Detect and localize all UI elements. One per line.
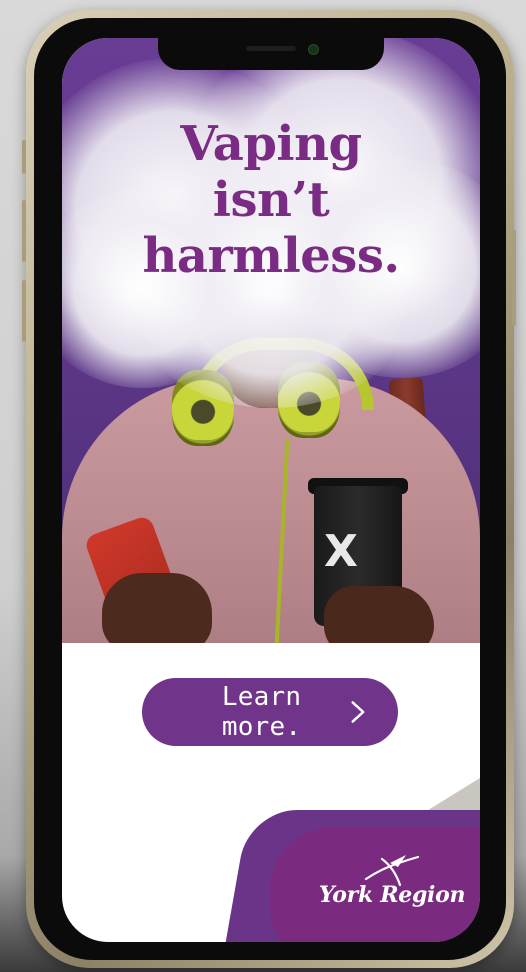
speaker-grille — [246, 46, 296, 51]
camera-dot — [308, 44, 319, 55]
headline-line-1: Vaping — [180, 116, 362, 172]
side-button-power — [512, 230, 516, 326]
york-region-wordmark: York Region — [318, 882, 466, 908]
headline-line-2: isn’t — [212, 172, 330, 228]
coffee-cup-print: X — [324, 526, 358, 577]
headline-line-3: harmless. — [142, 228, 400, 284]
side-button-mute — [22, 140, 26, 174]
side-button-volume-up — [22, 200, 26, 262]
notch — [158, 38, 384, 70]
right-hand — [324, 586, 434, 643]
left-hand — [102, 573, 212, 643]
york-region-logo[interactable]: York Region — [312, 853, 472, 923]
learn-more-button[interactable]: Learn more. — [142, 678, 398, 746]
ad-headline: Vaping isn’t harmless. — [62, 116, 480, 284]
phone-screen: X Vaping isn’t harmless. Learn more. Yor… — [62, 38, 480, 942]
learn-more-label: Learn more. — [221, 682, 302, 742]
side-button-volume-down — [22, 280, 26, 342]
ad-photo: X Vaping isn’t harmless. — [62, 38, 480, 643]
chevron-right-icon — [351, 701, 365, 723]
